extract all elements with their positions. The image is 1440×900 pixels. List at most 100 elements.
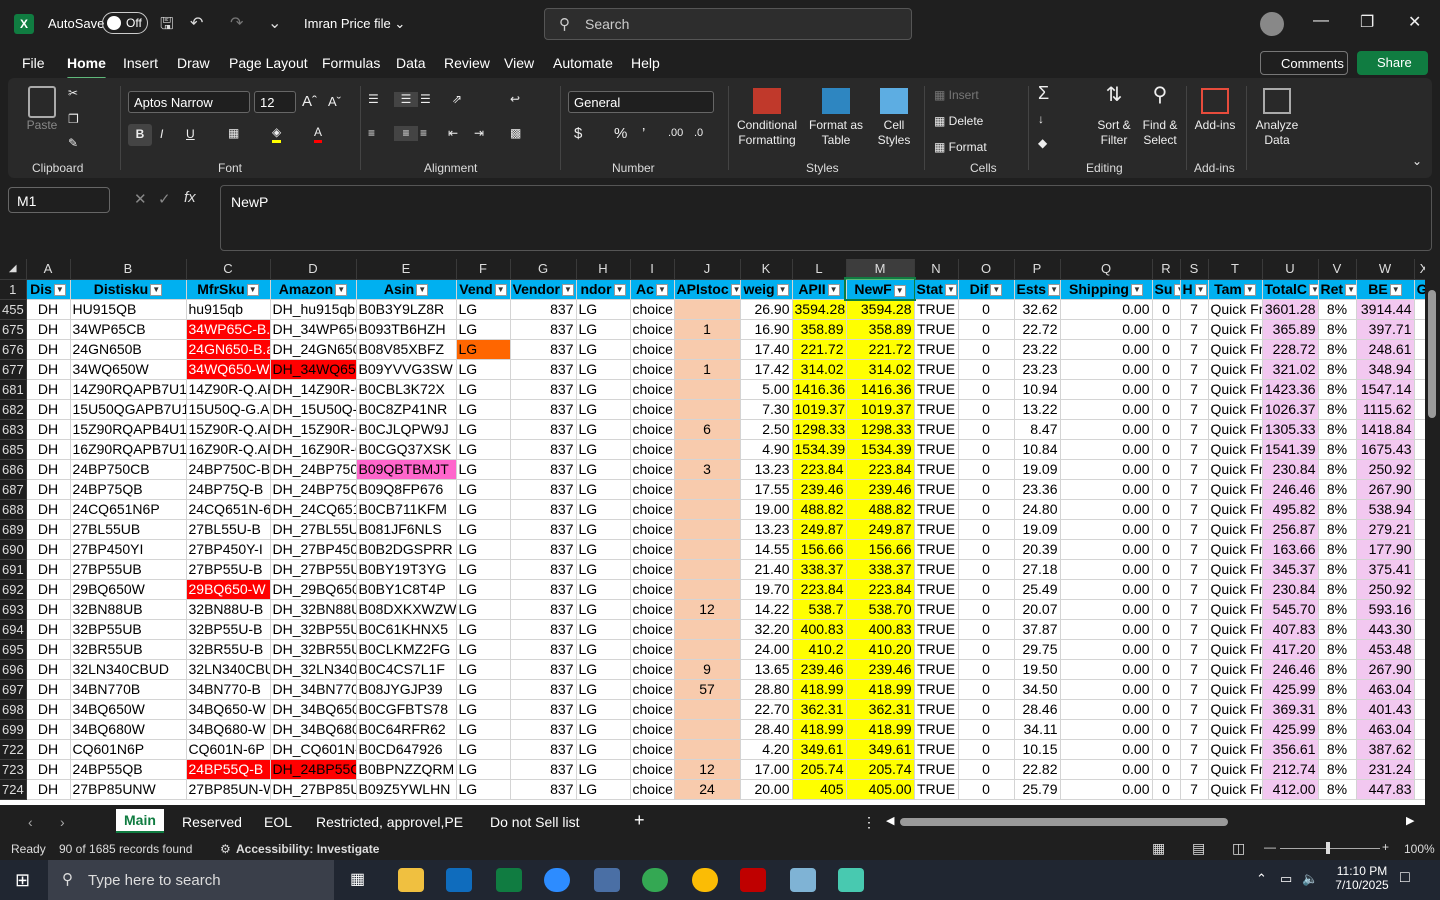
table-cell[interactable]: LG <box>576 499 631 520</box>
column-header-cell[interactable]: Distisku ▼ <box>70 279 187 300</box>
tab-main[interactable]: Main <box>116 809 164 833</box>
table-cell[interactable] <box>674 639 741 660</box>
column-header-cell[interactable]: Ac ▼ <box>630 279 675 300</box>
column-header-cell[interactable]: Asin ▼ <box>356 279 457 300</box>
filezilla-icon[interactable] <box>740 868 766 892</box>
zoom-slider-thumb[interactable] <box>1326 842 1330 854</box>
table-cell[interactable]: 249.87 <box>846 519 915 540</box>
table-cell[interactable]: 27BP85UN-W <box>186 779 271 800</box>
column-header-cell[interactable]: NewF ▼ <box>844 277 916 301</box>
table-cell[interactable]: 0.00 <box>1060 699 1153 720</box>
table-cell[interactable]: LG <box>456 399 511 420</box>
column-letter[interactable]: H <box>576 259 631 280</box>
undo-icon[interactable]: ↶ <box>190 13 203 33</box>
table-cell[interactable] <box>1414 739 1425 760</box>
table-cell[interactable]: 1423.36 <box>1262 379 1319 400</box>
row-number[interactable]: 683 <box>0 419 27 440</box>
table-cell[interactable]: choice <box>630 519 675 540</box>
column-header-cell[interactable]: weig ▼ <box>740 279 793 300</box>
table-cell[interactable]: choice <box>630 719 675 740</box>
table-cell[interactable]: LG <box>576 459 631 480</box>
table-cell[interactable]: 12 <box>674 759 741 780</box>
table-cell[interactable]: 0 <box>958 739 1015 760</box>
table-cell[interactable]: 405.00 <box>846 779 915 800</box>
table-cell[interactable]: Quick Fr <box>1208 779 1263 800</box>
column-letter[interactable]: V <box>1318 259 1357 280</box>
table-cell[interactable]: TRUE <box>914 659 959 680</box>
task-view-icon[interactable]: ▦ <box>350 869 365 889</box>
table-cell[interactable]: 447.83 <box>1356 779 1415 800</box>
table-cell[interactable]: 34.50 <box>1014 679 1061 700</box>
table-cell[interactable]: 410.20 <box>846 639 915 660</box>
table-cell[interactable]: 10.94 <box>1014 379 1061 400</box>
windows-start-icon[interactable]: ⊞ <box>15 870 30 891</box>
table-cell[interactable]: 338.37 <box>792 559 847 580</box>
table-cell[interactable]: 338.37 <box>846 559 915 580</box>
table-cell[interactable]: 27BP450Y-I <box>186 539 271 560</box>
table-cell[interactable]: Quick Fr <box>1208 359 1263 380</box>
table-cell[interactable]: DH_34BN770- <box>270 679 357 700</box>
table-cell[interactable]: 279.21 <box>1356 519 1415 540</box>
table-cell[interactable]: 15U50Q-G.AP <box>186 399 271 420</box>
table-cell[interactable]: 0.00 <box>1060 299 1153 320</box>
column-header-cell[interactable]: Vend ▼ <box>456 279 511 300</box>
table-cell[interactable]: B0BY1C8T4P <box>356 579 457 600</box>
table-cell[interactable]: TRUE <box>914 599 959 620</box>
zoom-out-icon[interactable]: — <box>1264 840 1276 854</box>
save-icon[interactable]: 🖫 <box>160 13 174 40</box>
table-cell[interactable]: 7 <box>1180 539 1209 560</box>
decrease-indent-icon[interactable]: ⇤ <box>448 126 458 141</box>
table-cell[interactable]: 8% <box>1318 399 1357 420</box>
table-cell[interactable]: 24.00 <box>740 639 793 660</box>
table-cell[interactable]: 837 <box>510 739 577 760</box>
column-header-cell[interactable]: Vendor ▼ <box>510 279 577 300</box>
table-cell[interactable]: 1547.14 <box>1356 379 1415 400</box>
table-cell[interactable]: LG <box>576 519 631 540</box>
table-cell[interactable]: 17.00 <box>740 759 793 780</box>
table-cell[interactable]: 0 <box>958 419 1015 440</box>
table-cell[interactable]: 837 <box>510 659 577 680</box>
table-cell[interactable]: 362.31 <box>792 699 847 720</box>
table-cell[interactable]: B0CB711KFM <box>356 499 457 520</box>
table-cell[interactable]: 15Z90R-Q.AP <box>186 419 271 440</box>
table-cell[interactable]: DH <box>26 519 71 540</box>
table-cell[interactable]: 0.00 <box>1060 459 1153 480</box>
table-cell[interactable]: 1019.37 <box>846 399 915 420</box>
table-cell[interactable]: 0 <box>1152 419 1181 440</box>
column-header-cell[interactable]: H ▼ <box>1180 279 1209 300</box>
table-cell[interactable]: TRUE <box>914 739 959 760</box>
table-cell[interactable]: Quick Fr <box>1208 719 1263 740</box>
format-as-table-button[interactable]: Format as Table <box>804 88 868 148</box>
table-cell[interactable]: choice <box>630 499 675 520</box>
volume-icon[interactable]: 🔈 <box>1302 871 1318 887</box>
filter-dropdown-icon[interactable]: ▼ <box>613 284 626 297</box>
table-cell[interactable]: 400.83 <box>846 619 915 640</box>
table-cell[interactable] <box>1414 579 1425 600</box>
table-cell[interactable]: 34WQ650-W. <box>186 359 271 380</box>
row-number[interactable]: 698 <box>0 699 27 720</box>
table-cell[interactable]: DH_34WP65C- <box>270 319 357 340</box>
table-cell[interactable]: hu915qb <box>186 299 271 320</box>
table-cell[interactable]: 24BP750C-B <box>186 459 271 480</box>
column-header-cell[interactable]: Dis ▼ <box>26 279 71 300</box>
table-cell[interactable]: 837 <box>510 419 577 440</box>
table-cell[interactable] <box>674 399 741 420</box>
table-cell[interactable]: B09Q8FP676 <box>356 479 457 500</box>
table-cell[interactable]: DH <box>26 359 71 380</box>
copy-icon[interactable]: ❐ <box>68 112 79 127</box>
table-cell[interactable]: TRUE <box>914 439 959 460</box>
table-cell[interactable]: 8% <box>1318 439 1357 460</box>
table-cell[interactable] <box>674 479 741 500</box>
table-cell[interactable]: 349.61 <box>792 739 847 760</box>
table-cell[interactable]: 0.00 <box>1060 519 1153 540</box>
filter-dropdown-icon[interactable]: ▼ <box>53 284 66 297</box>
table-cell[interactable]: 27BL55U-B <box>186 519 271 540</box>
table-cell[interactable]: DH <box>26 739 71 760</box>
table-cell[interactable] <box>1414 519 1425 540</box>
menu-file[interactable]: File <box>22 55 45 71</box>
table-cell[interactable]: LG <box>576 419 631 440</box>
table-cell[interactable] <box>1414 379 1425 400</box>
find-select-button[interactable]: ⚲ Find & Select <box>1138 85 1182 148</box>
table-cell[interactable]: LG <box>456 439 511 460</box>
table-cell[interactable]: 593.16 <box>1356 599 1415 620</box>
